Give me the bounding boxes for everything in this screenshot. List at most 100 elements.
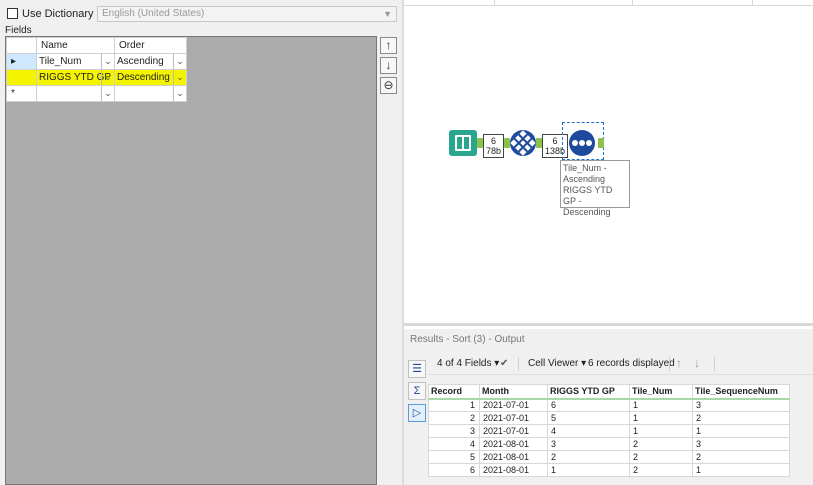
results-panel: Results - Sort (3) - Output ☰ Σ ▷ 4 of 4… (404, 329, 813, 485)
annotation-line: Descending (563, 207, 611, 217)
input-data-tool[interactable] (449, 130, 477, 156)
record-count: 6 (491, 136, 497, 146)
field-name-combo[interactable]: ⌄ (36, 85, 115, 102)
annotation-line: Ascending (563, 174, 606, 184)
arrow-up-icon: ↑ (385, 38, 392, 52)
cell: 2 (629, 437, 693, 451)
cell: 5 (428, 450, 480, 464)
cell: 2021-08-01 (479, 463, 548, 477)
annotation-line: RIGGS YTD GP - (563, 185, 613, 206)
table-row[interactable]: 1 2021-07-01 6 1 3 (428, 398, 790, 412)
cell: 5 (547, 411, 630, 425)
cell: 3 (692, 437, 790, 451)
results-title: Results - Sort (3) - Output (410, 334, 525, 345)
metadata-view-button[interactable]: Σ (408, 382, 426, 400)
arrow-up-icon[interactable]: ↑ (676, 356, 682, 370)
table-view-button[interactable]: ☰ (408, 360, 426, 378)
order-value: Descending (117, 72, 170, 83)
results-header-row: Record Month RIGGS YTD GP Tile_Num Tile_… (428, 384, 790, 400)
order-combo[interactable]: ⌄ (114, 85, 187, 102)
sort-row[interactable]: RIGGS YTD GP ⌄ Descending ⌄ (6, 69, 187, 86)
order-value: Ascending (117, 56, 164, 67)
table-row[interactable]: 5 2021-08-01 2 2 2 (428, 450, 790, 464)
cell: 6 (428, 463, 480, 477)
column-header-name: Name (36, 37, 115, 54)
transform-tool[interactable] (510, 130, 536, 156)
chevron-down-icon[interactable]: ⌄ (173, 54, 186, 69)
header-divider (632, 0, 633, 6)
cell: 1 (692, 463, 790, 477)
remove-row-button[interactable]: ⊖ (380, 77, 397, 94)
output-anchor[interactable] (598, 138, 604, 148)
column-header[interactable]: Tile_SequenceNum (692, 384, 790, 400)
chevron-down-icon[interactable]: ⌄ (173, 70, 186, 85)
new-sort-row[interactable]: * ⌄ ⌄ (6, 85, 187, 102)
fields-grid: Name Order ▸ Tile_Num ⌄ Ascending ⌄ RIGG… (5, 36, 377, 485)
language-select[interactable]: English (United States) ▼ (97, 6, 397, 22)
toolbar-separator (669, 357, 670, 371)
tag-icon: ▷ (412, 407, 422, 419)
cell: 2 (692, 450, 790, 464)
toolbar-separator (518, 357, 519, 371)
move-down-button[interactable]: ↓ (380, 57, 397, 74)
checkmark-icon[interactable]: ✔ (500, 358, 508, 369)
chevron-down-icon[interactable]: ⌄ (101, 70, 114, 85)
field-name-value: Tile_Num (39, 56, 82, 67)
chevron-down-icon[interactable]: ⌄ (101, 54, 114, 69)
cell: 4 (547, 424, 630, 438)
move-up-button[interactable]: ↑ (380, 37, 397, 54)
cell: 3 (692, 398, 790, 412)
cell-viewer-selector[interactable]: Cell Viewer ▾ (528, 358, 586, 369)
sort-tool-annotation: Tile_Num - Ascending RIGGS YTD GP - Desc… (560, 160, 630, 217)
fields-selector[interactable]: 4 of 4 Fields ▾ (437, 358, 499, 369)
fields-summary: 4 of 4 Fields (437, 358, 492, 369)
arrow-down-icon[interactable]: ↓ (694, 356, 700, 370)
dictionary-order-checkbox[interactable] (7, 8, 18, 19)
cell: 1 (692, 424, 790, 438)
cell: 2021-08-01 (479, 437, 548, 451)
table-row[interactable]: 3 2021-07-01 4 1 1 (428, 424, 790, 438)
table-row[interactable]: 2 2021-07-01 5 1 2 (428, 411, 790, 425)
sort-config-panel: Use Dictionary Order English (United Sta… (0, 0, 403, 485)
cell: 1 (428, 398, 480, 412)
workflow-canvas[interactable]: 6 78b 6 138b Tile_Num - Ascending RIGGS … (404, 0, 813, 326)
cell: 3 (547, 437, 630, 451)
column-header[interactable]: RIGGS YTD GP (547, 384, 630, 400)
row-action-buttons: ↑ ↓ ⊖ (380, 37, 398, 97)
table-row[interactable]: 4 2021-08-01 3 2 3 (428, 437, 790, 451)
cell: 2021-07-01 (479, 411, 548, 425)
order-combo[interactable]: Descending ⌄ (114, 69, 187, 86)
messages-view-button[interactable]: ▷ (408, 404, 426, 422)
canvas-header-strip (404, 0, 813, 6)
header-divider (494, 0, 495, 6)
sort-row[interactable]: ▸ Tile_Num ⌄ Ascending ⌄ (6, 53, 187, 70)
cell-viewer-label: Cell Viewer (528, 358, 579, 369)
cell: 2 (428, 411, 480, 425)
sort-tool[interactable] (569, 130, 595, 156)
cell: 1 (547, 463, 630, 477)
chevron-down-icon[interactable]: ⌄ (101, 86, 114, 101)
results-table: Record Month RIGGS YTD GP Tile_Num Tile_… (428, 384, 790, 477)
toolbar-separator (714, 357, 715, 371)
column-header[interactable]: Record (428, 384, 480, 400)
records-displayed: 6 records displayed (588, 358, 675, 369)
minus-circle-icon: ⊖ (383, 78, 394, 92)
chevron-down-icon[interactable]: ⌄ (173, 86, 186, 101)
grid-corner (6, 37, 37, 54)
cell: 2021-07-01 (479, 398, 548, 412)
field-name-combo[interactable]: RIGGS YTD GP ⌄ (36, 69, 115, 86)
row-selector[interactable] (6, 69, 37, 86)
input-book-icon (455, 135, 471, 151)
sort-dots-icon (579, 140, 585, 146)
column-header[interactable]: Tile_Num (629, 384, 693, 400)
sort-fields-table: Name Order ▸ Tile_Num ⌄ Ascending ⌄ RIGG… (6, 37, 187, 102)
cell: 3 (428, 424, 480, 438)
column-header[interactable]: Month (479, 384, 548, 400)
chevron-down-icon: ▼ (383, 9, 392, 19)
cell: 2 (629, 450, 693, 464)
cell: 1 (629, 424, 693, 438)
row-selector[interactable]: ▸ (6, 53, 37, 70)
field-name-combo[interactable]: Tile_Num ⌄ (36, 53, 115, 70)
table-row[interactable]: 6 2021-08-01 1 2 1 (428, 463, 790, 477)
order-combo[interactable]: Ascending ⌄ (114, 53, 187, 70)
